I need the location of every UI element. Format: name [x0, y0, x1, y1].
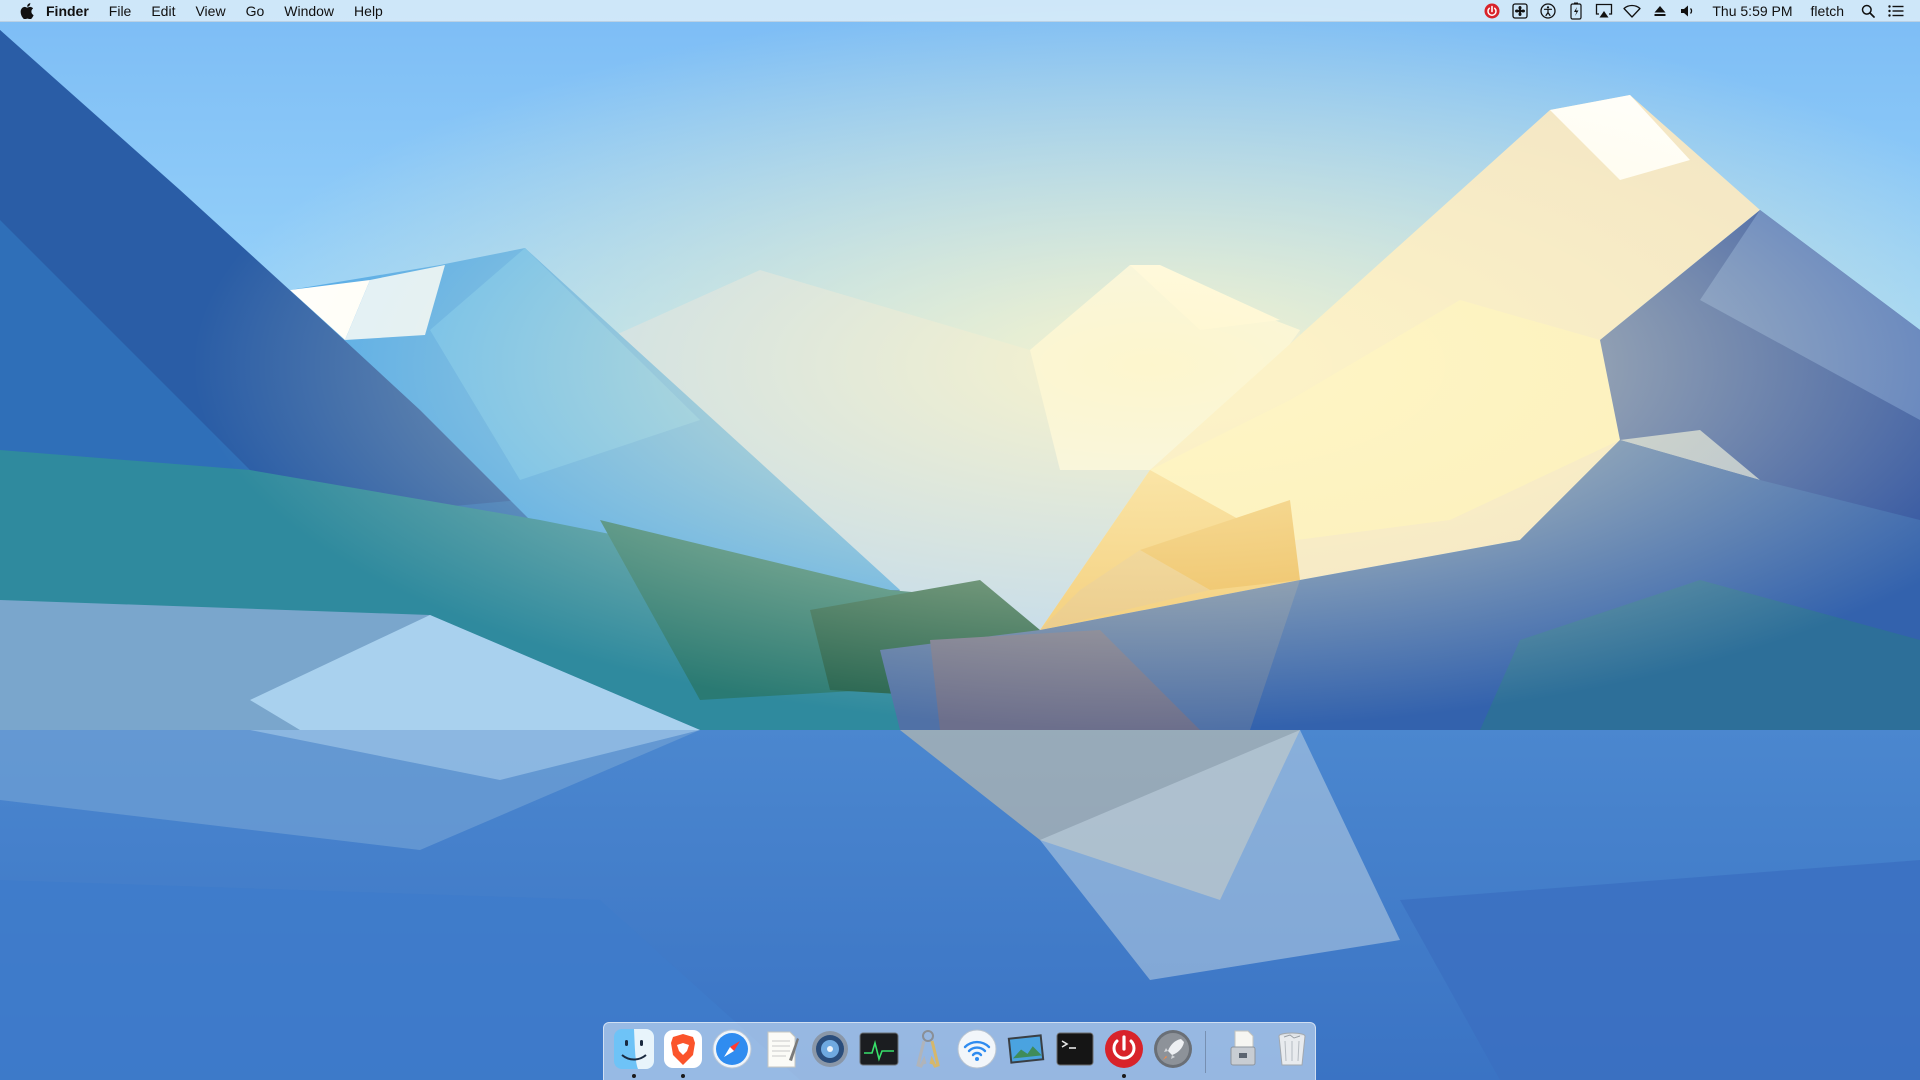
dock-item-downloads[interactable] — [1220, 1026, 1266, 1072]
textedit-icon — [767, 1031, 799, 1068]
menu-extras: Thu 5:59 PM fletch — [1478, 0, 1920, 22]
safari-icon — [712, 1029, 752, 1069]
downloads-stack-icon — [1230, 1030, 1256, 1066]
dock-item-preview[interactable] — [1003, 1026, 1049, 1072]
dock-item-trash[interactable] — [1269, 1026, 1315, 1072]
airplay-icon[interactable] — [1590, 0, 1618, 22]
dock-item-disk-utility[interactable] — [807, 1026, 853, 1072]
dock-separator — [1205, 1031, 1206, 1073]
notification-center-icon[interactable] — [1882, 0, 1910, 22]
menu-view[interactable]: View — [185, 0, 235, 22]
menu-clock[interactable]: Thu 5:59 PM — [1702, 3, 1804, 19]
dock-item-wireless-diagnostics[interactable] — [954, 1026, 1000, 1072]
disk-utility-icon — [812, 1031, 848, 1067]
launchpad-icon — [1154, 1030, 1192, 1068]
spotlight-search-icon[interactable] — [1854, 0, 1882, 22]
eject-icon[interactable] — [1646, 0, 1674, 22]
dock-item-power-off[interactable] — [1101, 1026, 1147, 1078]
finder-icon — [614, 1029, 654, 1069]
running-indicator — [1122, 1074, 1126, 1078]
dock-item-textedit[interactable] — [758, 1026, 804, 1072]
trash-icon — [1278, 1032, 1306, 1066]
menu-file[interactable]: File — [99, 0, 142, 22]
menu-user-name[interactable]: fletch — [1805, 3, 1854, 19]
menu-bar: Finder File Edit View Go Window Help Thu… — [0, 0, 1920, 22]
dock-item-activity-monitor[interactable] — [856, 1026, 902, 1072]
preview-icon — [1007, 1034, 1045, 1064]
fan-icon[interactable] — [1506, 0, 1534, 22]
wallpaper — [0, 0, 1920, 1080]
menu-edit[interactable]: Edit — [141, 0, 185, 22]
menu-window[interactable]: Window — [274, 0, 344, 22]
menu-left: Finder File Edit View Go Window Help — [0, 0, 393, 22]
terminal-icon — [1056, 1032, 1094, 1066]
apple-menu-icon[interactable] — [16, 0, 38, 22]
dock-item-finder[interactable] — [611, 1026, 657, 1078]
dock-item-terminal[interactable] — [1052, 1026, 1098, 1072]
wifi-diagnostics-icon — [957, 1029, 997, 1069]
menu-app-name[interactable]: Finder — [38, 0, 99, 22]
brave-icon — [664, 1030, 702, 1068]
accessibility-icon[interactable] — [1534, 0, 1562, 22]
dock-item-keychain[interactable] — [905, 1026, 951, 1072]
power-button-icon — [1105, 1030, 1143, 1068]
menu-go[interactable]: Go — [236, 0, 275, 22]
running-indicator — [632, 1074, 636, 1078]
menu-help[interactable]: Help — [344, 0, 393, 22]
dock — [603, 1022, 1316, 1080]
dock-item-launchpad[interactable] — [1150, 1026, 1196, 1072]
volume-icon[interactable] — [1674, 0, 1702, 22]
power-icon[interactable] — [1478, 0, 1506, 22]
activity-monitor-icon — [859, 1032, 899, 1066]
dock-item-safari[interactable] — [709, 1026, 755, 1072]
battery-charging-icon[interactable] — [1562, 0, 1590, 22]
dock-item-brave[interactable] — [660, 1026, 706, 1078]
running-indicator — [681, 1074, 685, 1078]
keychain-icon — [916, 1030, 940, 1068]
wifi-icon[interactable] — [1618, 0, 1646, 22]
desktop[interactable]: Finder File Edit View Go Window Help Thu… — [0, 0, 1920, 1080]
